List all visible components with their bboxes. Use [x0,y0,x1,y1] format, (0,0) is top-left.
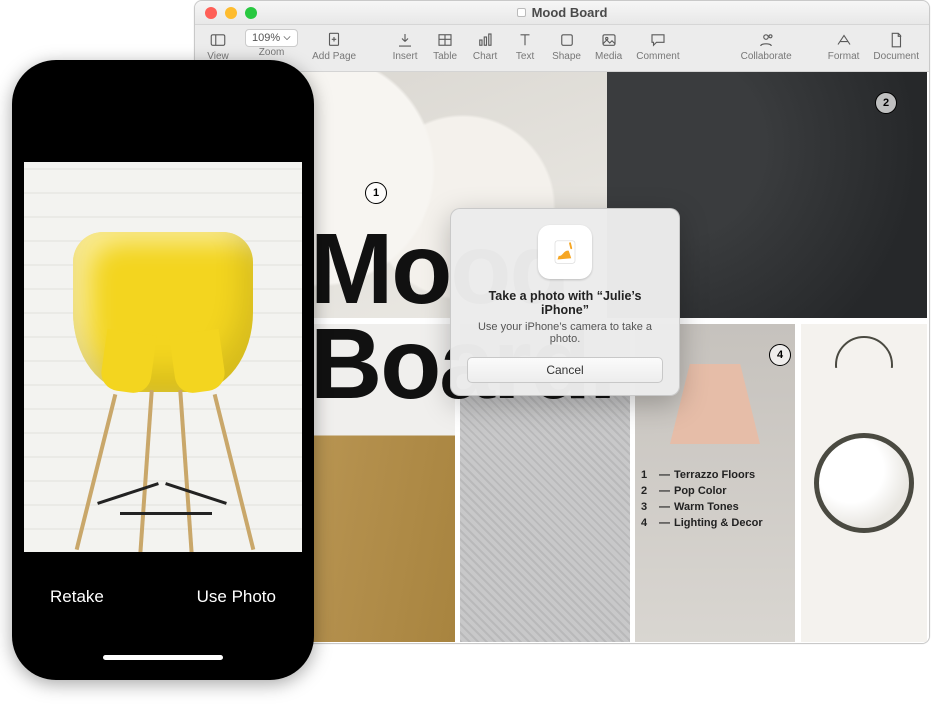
add-page-button[interactable]: Add Page [312,29,356,62]
collaborate-icon [753,29,779,51]
chair-leg [178,390,194,552]
camera-preview[interactable] [24,162,302,552]
camera-footer: Retake Use Photo [24,548,302,668]
document-icon [883,29,909,51]
window-title-text: Mood Board [532,5,608,20]
comment-icon [645,29,671,51]
zoom-value[interactable]: 109% [245,29,298,47]
comment-button[interactable]: Comment [636,29,679,62]
dialog-subtitle: Use your iPhone’s camera to take a photo… [467,321,663,345]
zoom-control[interactable]: 109% Zoom [245,29,298,62]
retake-button[interactable]: Retake [50,587,104,607]
image-mirror[interactable] [801,324,927,642]
minimize-window-button[interactable] [225,7,237,19]
zoom-window-button[interactable] [245,7,257,19]
continuity-camera-dialog: Take a photo with “Julie’s iPhone” Use y… [450,208,680,396]
legend-row-3: 3—Warm Tones [641,500,763,516]
chair-strut [120,512,212,515]
legend-row-1: 1—Terrazzo Floors [641,468,763,484]
chair-shape [73,232,253,392]
chair-strut [97,482,159,505]
text-icon [512,29,538,51]
window-title: Mood Board [275,5,849,20]
shape-button[interactable]: Shape [552,29,581,62]
titlebar: Mood Board [195,1,929,25]
legend-row-2: 2—Pop Color [641,484,763,500]
home-indicator[interactable] [103,655,223,660]
chair-strut [165,482,227,505]
format-button[interactable]: Format [828,29,860,62]
view-button[interactable]: View [205,29,231,62]
iphone-notch [93,72,233,98]
chart-button[interactable]: Chart [472,29,498,62]
table-icon [432,29,458,51]
media-button[interactable]: Media [595,29,622,62]
text-button[interactable]: Text [512,29,538,62]
chevron-down-icon [283,34,291,42]
legend-list: 1—Terrazzo Floors 2—Pop Color 3—Warm Ton… [641,468,763,532]
mirror-circle-shape [814,433,914,533]
use-photo-button[interactable]: Use Photo [197,587,276,607]
chair-leg [138,390,154,552]
toolbar: View 109% Zoom Add Page Insert [195,25,929,72]
media-icon [596,29,622,51]
dialog-title: Take a photo with “Julie’s iPhone” [467,289,663,317]
chart-icon [472,29,498,51]
mirror-strap-shape [835,336,893,394]
marker-4[interactable]: 4 [769,344,791,366]
close-window-button[interactable] [205,7,217,19]
document-button[interactable]: Document [873,29,919,62]
shape-icon [554,29,580,51]
iphone-device: Retake Use Photo [12,60,314,680]
chair-leg [213,394,256,550]
table-button[interactable]: Table [432,29,458,62]
collaborate-button[interactable]: Collaborate [741,29,792,62]
marker-2[interactable]: 2 [875,92,897,114]
insert-icon [392,29,418,51]
iphone-screen: Retake Use Photo [24,72,302,668]
format-icon [831,29,857,51]
chair-leg [75,394,118,550]
lamp-shade-shape [670,364,760,444]
insert-button[interactable]: Insert [392,29,418,62]
window-controls [205,7,275,19]
view-icon [205,29,231,51]
marker-1[interactable]: 1 [365,182,387,204]
legend-row-4: 4—Lighting & Decor [641,516,763,532]
cancel-button[interactable]: Cancel [467,357,663,383]
document-proxy-icon[interactable] [517,8,526,17]
pages-app-icon [538,225,592,279]
add-page-icon [321,29,347,51]
